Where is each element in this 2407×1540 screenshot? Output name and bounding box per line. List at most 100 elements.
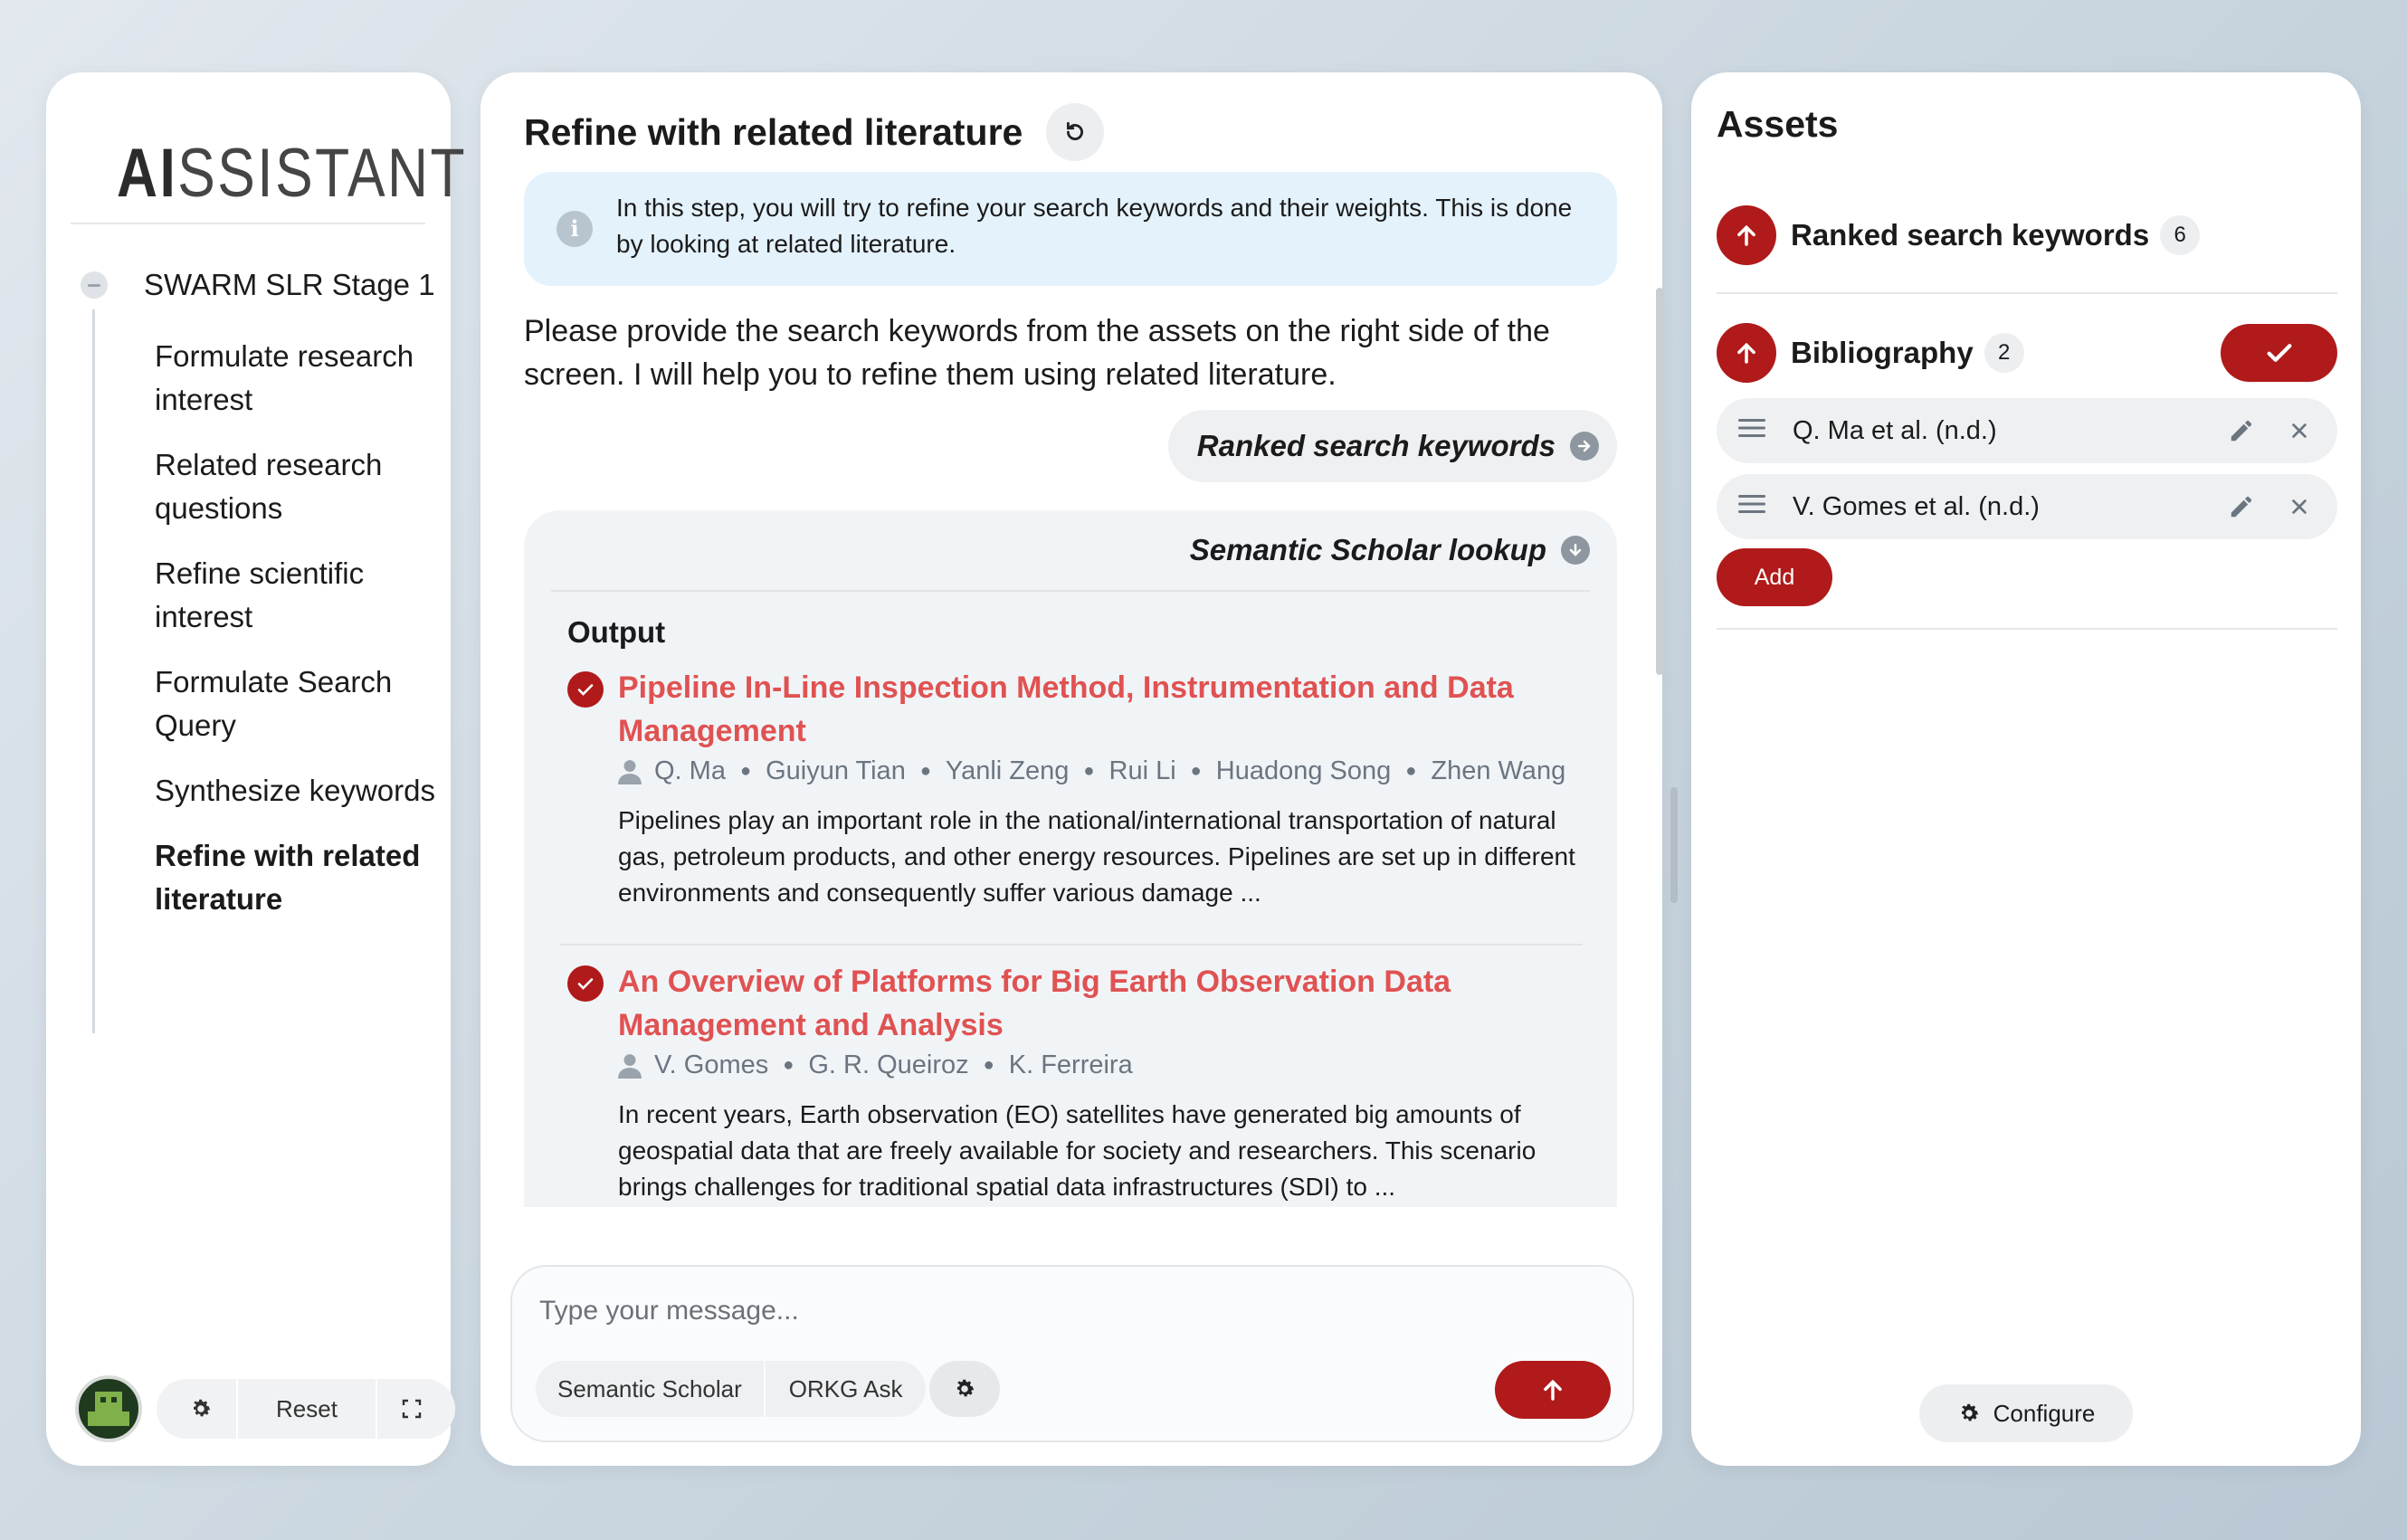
bibliography-item[interactable]: Q. Ma et al. (n.d.) bbox=[1717, 398, 2337, 463]
message-composer: Semantic Scholar ORKG Ask bbox=[510, 1265, 1634, 1442]
add-bibliography-button[interactable]: Add bbox=[1717, 548, 1832, 606]
lookup-header[interactable]: Semantic Scholar lookup bbox=[551, 510, 1590, 592]
checkmark-icon bbox=[2267, 344, 2291, 362]
sidebar-footer: Reset bbox=[75, 1375, 455, 1442]
footer-controls: Reset bbox=[157, 1379, 455, 1439]
author-name: Zhen Wang bbox=[1431, 756, 1566, 785]
configure-button[interactable]: Configure bbox=[1919, 1384, 2133, 1442]
result-abstract: In recent years, Earth observation (EO) … bbox=[618, 1100, 1536, 1201]
author-list: V. Gomes ● G. R. Queiroz ● K. Ferreira bbox=[618, 1050, 1583, 1080]
collapse-icon[interactable] bbox=[81, 271, 108, 299]
bibliography-item[interactable]: V. Gomes et al. (n.d.) bbox=[1717, 474, 2337, 539]
asset-bibliography: Bibliography 2 bbox=[1717, 323, 2024, 383]
step-related-research-questions[interactable]: Related research questions bbox=[155, 443, 435, 530]
stage-header[interactable]: SWARM SLR Stage 1 bbox=[81, 268, 435, 302]
tool-orkg-ask[interactable]: ORKG Ask bbox=[765, 1361, 927, 1417]
arrow-up-icon bbox=[1737, 224, 1755, 246]
tool-selector: Semantic Scholar ORKG Ask bbox=[536, 1361, 1001, 1417]
author-name: Yanli Zeng bbox=[945, 756, 1070, 785]
arrow-up-icon bbox=[1737, 342, 1755, 364]
result-list: Pipeline In-Line Inspection Method, Inst… bbox=[560, 666, 1583, 1207]
send-button[interactable] bbox=[1495, 1361, 1611, 1419]
fullscreen-button[interactable] bbox=[377, 1379, 446, 1439]
gear-icon bbox=[957, 1379, 975, 1397]
tool-semantic-scholar[interactable]: Semantic Scholar bbox=[536, 1361, 766, 1417]
author-name: K. Ferreira bbox=[1008, 1050, 1133, 1079]
assets-panel: Assets Ranked search keywords 6 Bibliogr… bbox=[1691, 72, 2361, 1466]
author-name: G. R. Queiroz bbox=[808, 1050, 969, 1079]
close-icon[interactable] bbox=[2281, 497, 2317, 517]
send-asset-button[interactable] bbox=[1717, 323, 1776, 383]
chat-header: Refine with related literature bbox=[524, 103, 1105, 161]
drag-handle-icon[interactable] bbox=[1738, 416, 1765, 446]
stage-title: SWARM SLR Stage 1 bbox=[144, 268, 435, 301]
asset-label[interactable]: Bibliography bbox=[1791, 336, 1974, 370]
info-box: i In this step, you will try to refine y… bbox=[524, 172, 1617, 286]
lookup-title: Semantic Scholar lookup bbox=[1189, 533, 1546, 566]
result-item: Pipeline In-Line Inspection Method, Inst… bbox=[560, 666, 1583, 927]
gear-icon bbox=[1961, 1403, 1978, 1421]
send-asset-button[interactable] bbox=[1717, 205, 1776, 265]
ranked-keywords-reference[interactable]: Ranked search keywords bbox=[1167, 410, 1617, 482]
step-synthesize-keywords[interactable]: Synthesize keywords bbox=[155, 769, 435, 813]
tree-line bbox=[92, 309, 95, 1033]
author-name: Q. Ma bbox=[654, 756, 726, 785]
asset-ranked-keywords: Ranked search keywords 6 bbox=[1717, 205, 2201, 265]
person-icon bbox=[618, 1053, 642, 1079]
check-icon[interactable] bbox=[567, 671, 604, 708]
author-name: V. Gomes bbox=[654, 1050, 769, 1079]
result-title[interactable]: An Overview of Platforms for Big Earth O… bbox=[618, 960, 1583, 1047]
reset-button[interactable]: Reset bbox=[236, 1379, 377, 1439]
check-icon[interactable] bbox=[567, 965, 604, 1002]
result-item: An Overview of Platforms for Big Earth O… bbox=[560, 944, 1583, 1207]
count-badge: 2 bbox=[1984, 333, 2024, 373]
panel-resize-handle[interactable] bbox=[1670, 787, 1678, 903]
message-input[interactable] bbox=[539, 1288, 1607, 1334]
sidebar-divider bbox=[71, 223, 425, 224]
author-name: Huadong Song bbox=[1215, 756, 1392, 785]
asset-divider bbox=[1717, 628, 2337, 630]
assets-title: Assets bbox=[1717, 103, 1839, 145]
step-formulate-research-interest[interactable]: Formulate research interest bbox=[155, 335, 435, 422]
step-refine-scientific-interest[interactable]: Refine scientific interest bbox=[155, 552, 435, 639]
step-refine-with-related-literature[interactable]: Refine with related literature bbox=[155, 834, 435, 921]
assistant-message: Please provide the search keywords from … bbox=[524, 314, 1550, 392]
chat-scrollbar[interactable] bbox=[1656, 288, 1663, 675]
refresh-icon bbox=[1067, 121, 1084, 140]
count-badge: 6 bbox=[2160, 215, 2201, 255]
result-title[interactable]: Pipeline In-Line Inspection Method, Inst… bbox=[618, 666, 1583, 753]
tool-settings-button[interactable] bbox=[929, 1361, 1001, 1417]
author-list: Q. Ma ● Guiyun Tian ● Yanli Zeng ● Rui Li ● … bbox=[618, 756, 1583, 786]
configure-label: Configure bbox=[1993, 1399, 2096, 1427]
avatar[interactable] bbox=[75, 1375, 142, 1442]
sidebar: AISSISTANT SWARM SLR Stage 1 Formulate r… bbox=[46, 72, 468, 1466]
author-name: Rui Li bbox=[1108, 756, 1176, 785]
arrow-up-icon bbox=[1544, 1379, 1562, 1401]
result-abstract: Pipelines play an important role in the … bbox=[618, 806, 1575, 907]
step-formulate-search-query[interactable]: Formulate Search Query bbox=[155, 661, 435, 747]
info-text: In this step, you will try to refine you… bbox=[616, 194, 1573, 258]
semantic-scholar-lookup-card: Semantic Scholar lookup Output Pipeline … bbox=[524, 510, 1617, 1207]
chat-panel: Refine with related literature i In this… bbox=[480, 72, 1662, 1466]
bibliography-label: V. Gomes et al. (n.d.) bbox=[1793, 491, 2040, 521]
drag-handle-icon[interactable] bbox=[1738, 492, 1765, 522]
asset-divider bbox=[1717, 292, 2337, 294]
person-icon bbox=[618, 759, 642, 784]
gear-icon bbox=[193, 1399, 211, 1417]
confirm-button[interactable] bbox=[2221, 324, 2337, 382]
expand-icon bbox=[402, 1399, 422, 1419]
close-icon[interactable] bbox=[2281, 421, 2317, 441]
asset-label[interactable]: Ranked search keywords bbox=[1791, 218, 2149, 252]
app-logo: AISSISTANT bbox=[117, 135, 468, 212]
bibliography-label: Q. Ma et al. (n.d.) bbox=[1793, 415, 1997, 445]
arrow-down-icon bbox=[1561, 536, 1590, 565]
settings-button[interactable] bbox=[166, 1379, 236, 1439]
step-list: Formulate research interest Related rese… bbox=[155, 335, 435, 943]
output-label: Output bbox=[567, 615, 666, 649]
restart-step-button[interactable] bbox=[1046, 103, 1105, 161]
pencil-icon[interactable] bbox=[2223, 493, 2260, 520]
page-title: Refine with related literature bbox=[524, 110, 1023, 153]
reference-label: Ranked search keywords bbox=[1196, 429, 1556, 462]
pencil-icon[interactable] bbox=[2223, 417, 2260, 444]
author-name: Guiyun Tian bbox=[766, 756, 906, 785]
